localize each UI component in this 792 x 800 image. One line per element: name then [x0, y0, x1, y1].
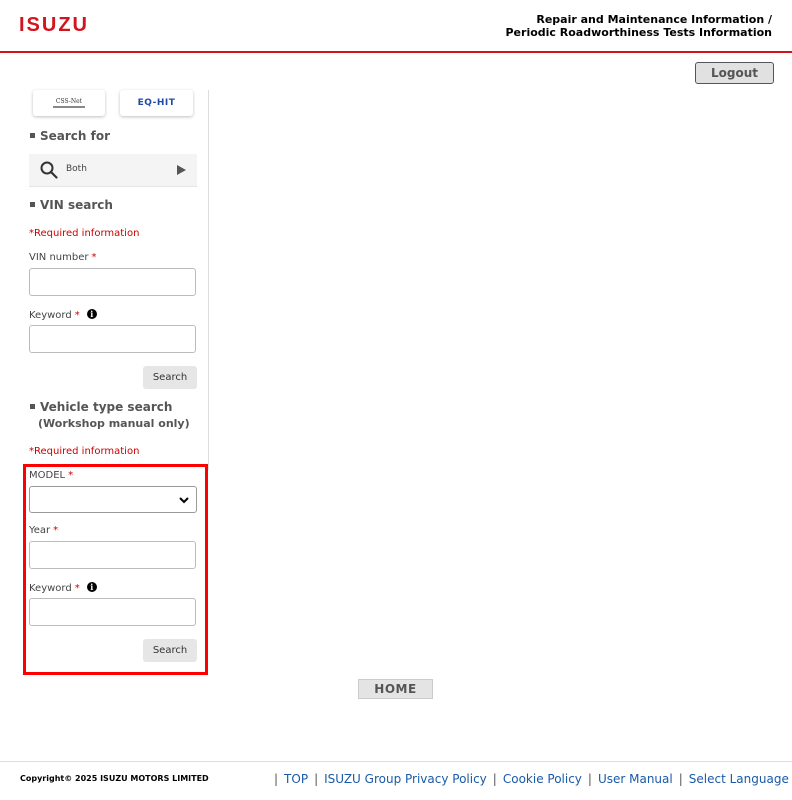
- isuzu-logo[interactable]: ISUZU: [19, 13, 93, 35]
- vin-search-title: VIN search: [40, 198, 113, 212]
- home-button[interactable]: HOME: [358, 679, 433, 699]
- vehicle-type-search-title: Vehicle type search: [40, 400, 173, 414]
- footer-divider: [0, 761, 792, 762]
- footer-link-cookie[interactable]: Cookie Policy: [503, 772, 582, 786]
- css-net-banner[interactable]: CSS-Net: [33, 90, 105, 116]
- css-net-tagline-bar: [53, 106, 85, 108]
- footer-link-top[interactable]: TOP: [284, 772, 308, 786]
- eq-hit-label: EQ-HIT: [137, 98, 176, 108]
- sidebar: CSS-Net EQ-HIT Search for Both VIN searc…: [18, 90, 209, 470]
- vin-keyword-label-text: Keyword: [29, 310, 72, 321]
- site-title: Repair and Maintenance Information / Per…: [506, 13, 773, 39]
- vin-number-input[interactable]: [29, 268, 196, 296]
- required-star: *: [74, 310, 80, 321]
- svg-text:ISUZU: ISUZU: [19, 14, 89, 35]
- highlight-box: [23, 464, 208, 675]
- site-title-line1: Repair and Maintenance Information /: [536, 13, 772, 26]
- vin-number-label: VIN number *: [29, 252, 96, 263]
- footer-links: | TOP | ISUZU Group Privacy Policy | Cookie P…: [274, 772, 789, 786]
- vin-search-button[interactable]: Search: [143, 366, 197, 389]
- vin-search-heading: VIN search: [30, 198, 113, 212]
- bullet-square-icon: [30, 404, 35, 409]
- footer-link-manual[interactable]: User Manual: [598, 772, 673, 786]
- search-for-value: Both: [66, 164, 87, 174]
- header: ISUZU Repair and Maintenance Information…: [0, 0, 792, 53]
- site-title-line2: Periodic Roadworthiness Tests Informatio…: [505, 26, 773, 39]
- bullet-square-icon: [30, 202, 35, 207]
- vehicle-required-note: *Required information: [29, 446, 140, 457]
- search-for-heading: Search for: [30, 129, 110, 143]
- bullet-square-icon: [30, 133, 35, 138]
- css-net-label: CSS-Net: [55, 98, 83, 105]
- search-icon: [40, 161, 58, 179]
- eq-hit-banner[interactable]: EQ-HIT: [120, 90, 193, 116]
- search-for-title: Search for: [40, 129, 111, 143]
- required-star: *: [91, 252, 97, 263]
- vin-keyword-input[interactable]: [29, 325, 196, 353]
- copyright: Copyright© 2025 ISUZU MOTORS LIMITED: [20, 774, 209, 783]
- footer-link-language[interactable]: Select Language: [689, 772, 789, 786]
- info-icon[interactable]: i: [86, 309, 97, 319]
- footer-link-privacy[interactable]: ISUZU Group Privacy Policy: [324, 772, 487, 786]
- vin-keyword-label: Keyword * i: [29, 309, 97, 321]
- play-arrow-icon: [177, 165, 186, 175]
- logout-button[interactable]: Logout: [695, 62, 774, 84]
- vehicle-type-search-subtitle: (Workshop manual only): [38, 417, 190, 430]
- vehicle-type-search-heading: Vehicle type search: [30, 400, 172, 414]
- search-for-selector[interactable]: Both: [29, 154, 197, 187]
- vin-number-label-text: VIN number: [29, 252, 89, 263]
- vin-required-note: *Required information: [29, 228, 140, 239]
